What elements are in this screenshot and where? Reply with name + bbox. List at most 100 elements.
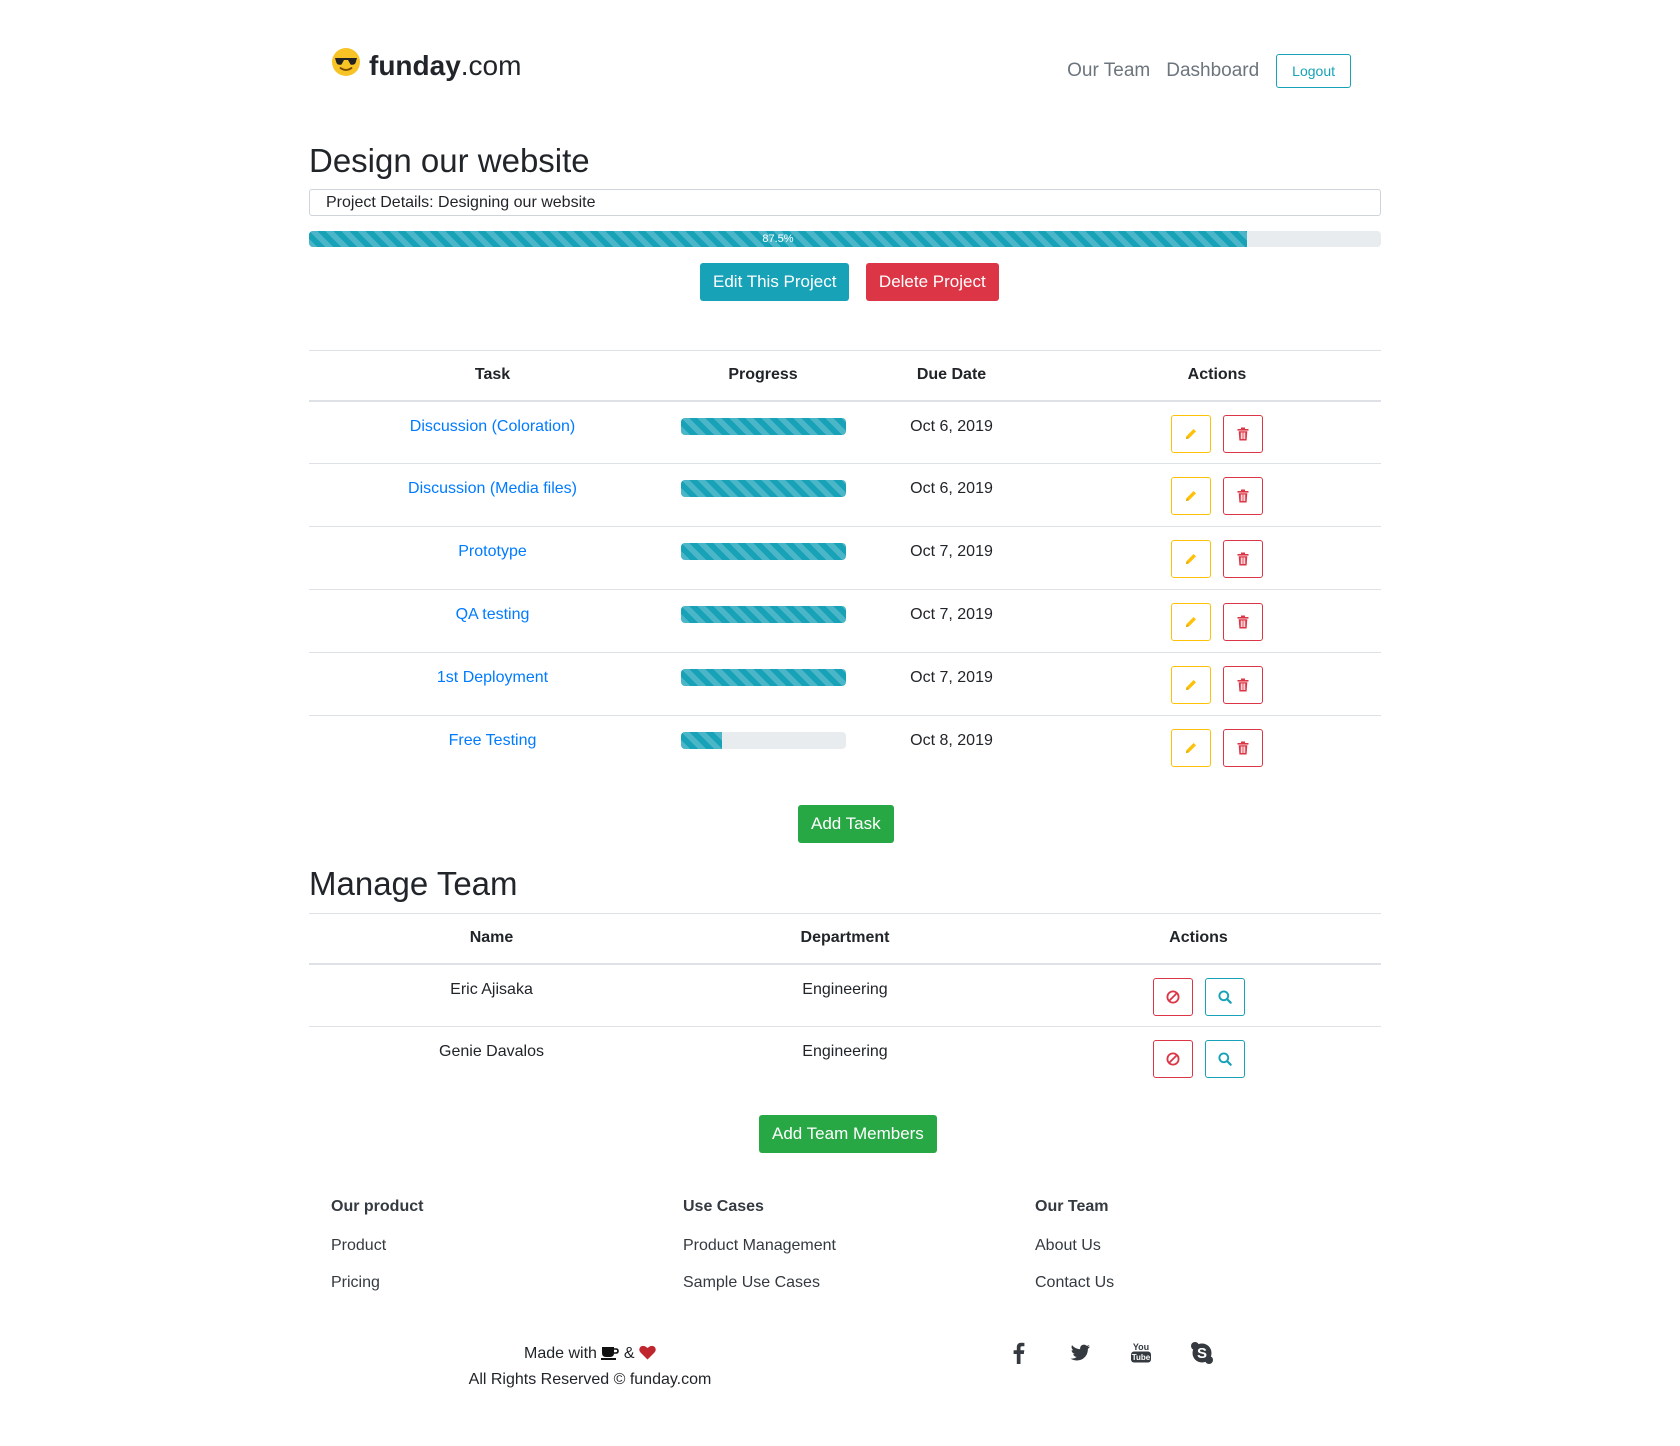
- delete-task-button[interactable]: [1223, 603, 1263, 641]
- member-actions-cell: [1016, 1027, 1381, 1090]
- actions-column-header: Actions: [1053, 350, 1381, 402]
- delete-task-button[interactable]: [1223, 666, 1263, 704]
- task-actions-cell: [1053, 400, 1381, 464]
- team-member-row: Eric Ajisaka Engineering: [309, 963, 1381, 1027]
- skype-icon[interactable]: S: [1187, 1338, 1217, 1368]
- project-progress-bar: 87.5%: [309, 231, 1381, 247]
- task-due-date: Oct 6, 2019: [850, 400, 1053, 464]
- rights-text: All Rights Reserved © funday.com: [468, 1371, 712, 1388]
- task-progress-bar: [680, 417, 846, 435]
- task-table-header: Task Progress Due Date Actions: [309, 350, 1381, 402]
- task-progress-bar: [680, 669, 846, 686]
- brand-name: funday.com: [369, 50, 521, 82]
- task-actions-cell: [1053, 589, 1381, 653]
- team-table-body: Eric Ajisaka Engineering Genie Davalos Engi…: [309, 963, 1381, 1090]
- member-department: Engineering: [802, 1043, 888, 1060]
- logout-button[interactable]: Logout: [1276, 54, 1351, 88]
- remove-member-button[interactable]: [1152, 1040, 1193, 1078]
- edit-task-button[interactable]: [1171, 603, 1211, 641]
- task-progress-cell: [676, 589, 850, 653]
- task-link[interactable]: Discussion (Coloration): [410, 418, 575, 435]
- nav-links: Our Team Dashboard Logout: [1051, 54, 1351, 88]
- project-details: Project Details: Designing our website: [309, 189, 1381, 216]
- sunglasses-emoji-icon: [331, 47, 361, 77]
- footer-column-product: Our product Product Pricing: [331, 1198, 631, 1311]
- team-table: Name Department Actions Eric Ajisaka Engi…: [309, 913, 1381, 1090]
- svg-text:You: You: [1133, 1342, 1149, 1352]
- facebook-icon[interactable]: [1004, 1338, 1034, 1368]
- edit-task-button[interactable]: [1171, 477, 1211, 515]
- task-table-body: Discussion (Coloration) Oct 6, 2019 Discus…: [309, 400, 1381, 779]
- task-name-cell: Discussion (Coloration): [309, 400, 676, 464]
- task-progress-bar: [680, 480, 846, 497]
- task-name-cell: Free Testing: [309, 716, 676, 779]
- task-due-date: Oct 7, 2019: [850, 589, 1053, 653]
- edit-project-button[interactable]: Edit This Project: [700, 263, 850, 301]
- footer-heading: Use Cases: [683, 1198, 764, 1215]
- delete-project-button[interactable]: Delete Project: [865, 263, 999, 301]
- task-actions-cell: [1053, 463, 1381, 527]
- task-name-cell: QA testing: [309, 589, 676, 653]
- remove-member-button[interactable]: [1152, 977, 1193, 1016]
- svg-text:Tube: Tube: [1132, 1353, 1151, 1362]
- nav-dashboard-link[interactable]: Dashboard: [1166, 60, 1259, 82]
- footer-link-product[interactable]: Product: [331, 1237, 631, 1255]
- task-progress-cell: [676, 652, 850, 716]
- task-due-date: Oct 8, 2019: [910, 732, 993, 749]
- name-column-header: Name: [309, 913, 674, 965]
- svg-text:S: S: [1197, 1345, 1207, 1362]
- task-link[interactable]: 1st Deployment: [437, 669, 548, 686]
- footer-link-about-us[interactable]: About Us: [1035, 1237, 1335, 1255]
- task-actions-cell: [1053, 526, 1381, 590]
- delete-task-button[interactable]: [1223, 477, 1263, 515]
- nav-our-team-link[interactable]: Our Team: [1067, 60, 1150, 82]
- edit-task-button[interactable]: [1171, 540, 1211, 578]
- task-row: Discussion (Coloration) Oct 6, 2019: [309, 400, 1381, 464]
- edit-task-button[interactable]: [1171, 414, 1211, 453]
- made-with-line: Made with &: [309, 1342, 871, 1368]
- task-column-header: Task: [309, 350, 676, 402]
- footer-link-pricing[interactable]: Pricing: [331, 1274, 631, 1292]
- member-actions-cell: [1016, 963, 1381, 1027]
- task-progress-fill: [680, 417, 846, 435]
- footer-heading: Our Team: [1035, 1198, 1109, 1215]
- footer-link-contact-us[interactable]: Contact Us: [1035, 1274, 1335, 1292]
- task-row: QA testing Oct 7, 2019: [309, 589, 1381, 653]
- task-link[interactable]: Free Testing: [449, 732, 537, 749]
- task-progress-cell: [676, 400, 850, 464]
- task-progress-fill: [680, 543, 846, 560]
- edit-task-button[interactable]: [1171, 729, 1211, 767]
- task-link[interactable]: QA testing: [456, 606, 530, 623]
- twitter-icon[interactable]: [1065, 1338, 1095, 1368]
- delete-task-button[interactable]: [1223, 414, 1263, 453]
- brand-logo-link[interactable]: funday.com: [331, 47, 521, 82]
- task-progress-fill: [680, 669, 846, 686]
- heart-icon: [639, 1344, 656, 1368]
- add-task-button[interactable]: Add Task: [798, 805, 894, 843]
- project-progress-fill: 87.5%: [309, 231, 1247, 247]
- social-links: You Tube S: [1004, 1338, 1248, 1368]
- delete-task-button[interactable]: [1223, 540, 1263, 578]
- footer-heading: Our product: [331, 1198, 424, 1215]
- footer-column-use-cases: Use Cases Product Management Sample Use …: [683, 1198, 983, 1311]
- manage-team-title: Manage Team: [309, 865, 518, 902]
- task-progress-cell: [676, 463, 850, 527]
- task-link[interactable]: Prototype: [458, 543, 526, 560]
- member-department: Engineering: [674, 963, 1016, 1027]
- delete-task-button[interactable]: [1223, 729, 1263, 767]
- task-progress-fill: [680, 732, 722, 749]
- navbar: funday.com Our Team Dashboard Logout: [309, 40, 1381, 100]
- footer-link-sample-use-cases[interactable]: Sample Use Cases: [683, 1274, 983, 1292]
- view-member-button[interactable]: [1204, 1040, 1245, 1078]
- department-column-header: Department: [674, 913, 1016, 965]
- edit-task-button[interactable]: [1171, 666, 1211, 704]
- task-link[interactable]: Discussion (Media files): [408, 480, 577, 497]
- member-name: Genie Davalos: [439, 1043, 544, 1060]
- task-name-cell: 1st Deployment: [309, 652, 676, 716]
- task-row: Free Testing Oct 8, 2019: [309, 716, 1381, 779]
- youtube-icon[interactable]: You Tube: [1126, 1338, 1156, 1368]
- footer-link-product-management[interactable]: Product Management: [683, 1237, 983, 1255]
- add-team-members-button[interactable]: Add Team Members: [759, 1115, 937, 1153]
- task-row: Discussion (Media files) Oct 6, 2019: [309, 463, 1381, 527]
- view-member-button[interactable]: [1204, 977, 1245, 1016]
